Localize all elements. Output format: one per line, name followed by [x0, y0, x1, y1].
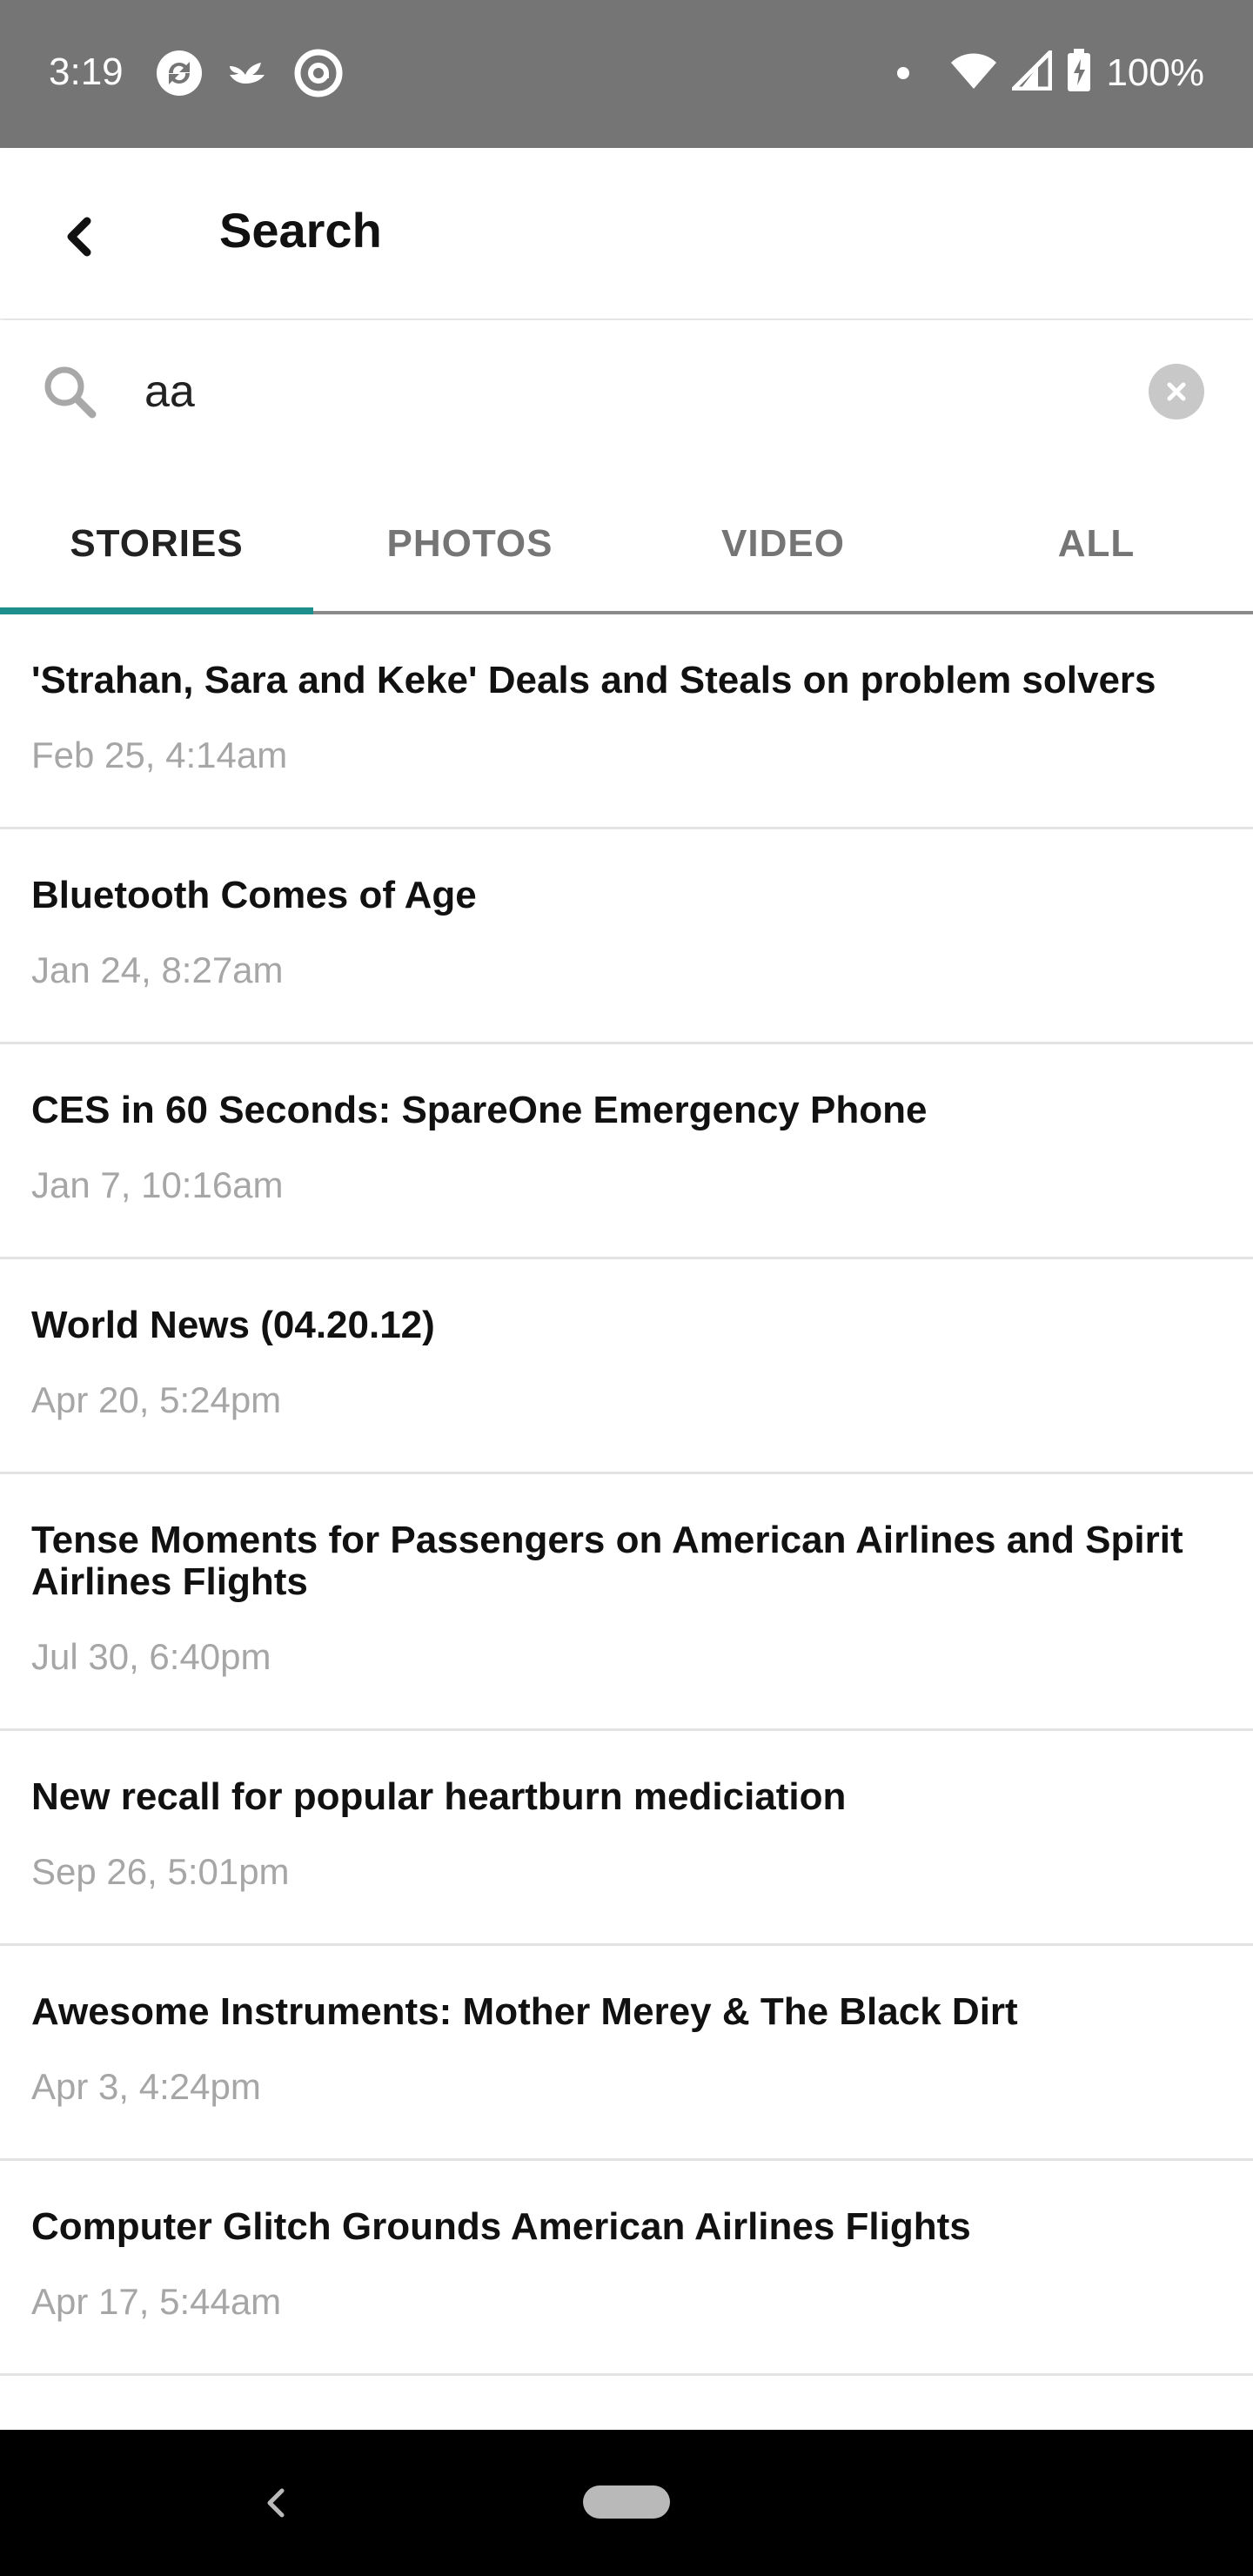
item-title: Tense Moments for Passengers on American…: [31, 1519, 1183, 1603]
nav-home-pill-icon[interactable]: [583, 2485, 670, 2519]
search-icon: [38, 360, 101, 423]
results-list: 'Strahan, Sara and Keke' Deals and Steal…: [0, 614, 1253, 2376]
app-bar: Search: [0, 148, 1253, 319]
item-title: Computer Glitch Grounds American Airline…: [31, 2205, 971, 2248]
item-date: Apr 20, 5:24pm: [31, 1379, 282, 1420]
item-title: 'Strahan, Sara and Keke' Deals and Steal…: [31, 659, 1156, 701]
item-title: CES in 60 Seconds: SpareOne Emergency Ph…: [31, 1089, 928, 1131]
search-bar: [0, 320, 1253, 460]
status-right: 100%: [897, 46, 1204, 97]
item-title: World News (04.20.12): [31, 1304, 435, 1346]
item-date: Jul 30, 6:40pm: [31, 1636, 271, 1677]
item-title: Bluetooth Comes of Age: [31, 874, 477, 916]
wifi-icon: [949, 50, 998, 95]
battery-charging-icon: [1066, 49, 1092, 97]
tab-bar: STORIES PHOTOS VIDEO ALL: [0, 477, 1253, 614]
tab-all[interactable]: ALL: [940, 477, 1253, 611]
status-app-icons: [153, 47, 345, 99]
item-date: Sep 26, 5:01pm: [31, 1851, 290, 1892]
item-date: Jan 7, 10:16am: [31, 1164, 284, 1205]
bird-icon: [223, 47, 275, 99]
list-item[interactable]: World News (04.20.12) Apr 20, 5:24pm: [0, 1259, 1253, 1474]
clear-icon: [1167, 382, 1186, 401]
search-input[interactable]: [144, 357, 1102, 426]
notification-dot-icon: [897, 66, 910, 79]
item-date: Jan 24, 8:27am: [31, 949, 284, 990]
cell-signal-icon: [1008, 46, 1053, 95]
item-title: New recall for popular heartburn medicia…: [31, 1775, 847, 1818]
item-date: Feb 25, 4:14am: [31, 735, 288, 775]
list-item[interactable]: Awesome Instruments: Mother Merey & The …: [0, 1946, 1253, 2161]
item-date: Apr 3, 4:24pm: [31, 2066, 261, 2107]
list-item[interactable]: CES in 60 Seconds: SpareOne Emergency Ph…: [0, 1044, 1253, 1259]
system-nav-bar: [0, 2430, 1253, 2576]
list-item[interactable]: New recall for popular heartburn medicia…: [0, 1731, 1253, 1946]
list-item[interactable]: Tense Moments for Passengers on American…: [0, 1474, 1253, 1731]
sync-icon: [153, 47, 205, 99]
tab-video[interactable]: VIDEO: [626, 477, 940, 611]
battery-percent: 100%: [1106, 50, 1204, 94]
item-date: Apr 17, 5:44am: [31, 2281, 282, 2322]
tab-stories[interactable]: STORIES: [0, 477, 313, 614]
list-item[interactable]: Computer Glitch Grounds American Airline…: [0, 2161, 1253, 2376]
clear-search-button[interactable]: [1149, 364, 1204, 419]
status-bar: 3:19 100%: [0, 0, 1253, 148]
chevron-left-icon: [67, 217, 91, 257]
status-time: 3:19: [49, 50, 124, 93]
page-title: Search: [219, 203, 382, 258]
at-icon: [292, 47, 345, 99]
tab-photos[interactable]: PHOTOS: [313, 477, 626, 611]
list-item[interactable]: 'Strahan, Sara and Keke' Deals and Steal…: [0, 614, 1253, 829]
list-item[interactable]: Bluetooth Comes of Age Jan 24, 8:27am: [0, 829, 1253, 1044]
nav-back-icon: [267, 2488, 285, 2518]
item-title: Awesome Instruments: Mother Merey & The …: [31, 1990, 1018, 2033]
nav-back-button[interactable]: [249, 2475, 301, 2531]
back-button[interactable]: [54, 197, 124, 275]
